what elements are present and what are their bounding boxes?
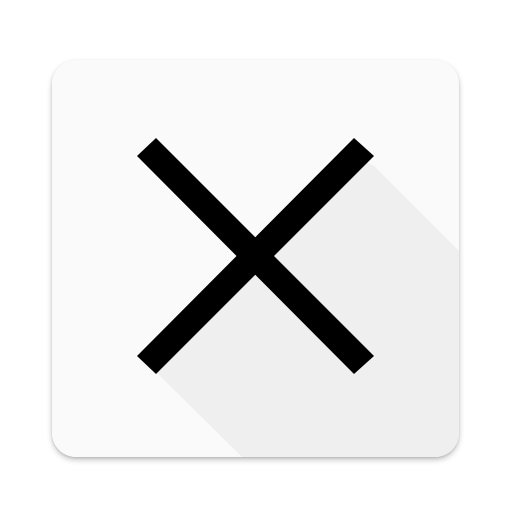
app-icon-tile[interactable] — [52, 60, 459, 457]
close-x-icon — [52, 60, 459, 457]
icon-canvas — [0, 0, 512, 512]
